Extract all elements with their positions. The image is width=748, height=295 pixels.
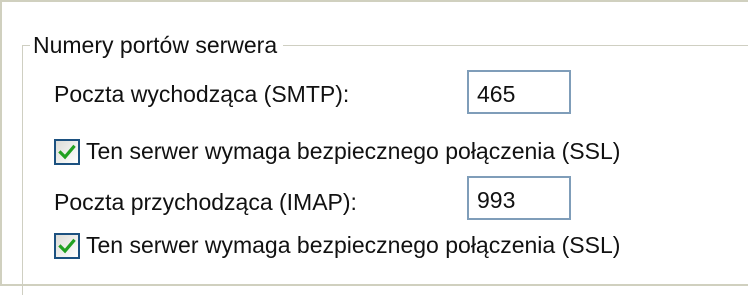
smtp-port-label: Poczta wychodząca (SMTP): bbox=[54, 81, 350, 107]
group-box-title: Numery portów serwera bbox=[30, 32, 284, 59]
smtp-port-input[interactable] bbox=[467, 70, 571, 114]
smtp-ssl-checkbox[interactable] bbox=[54, 138, 80, 165]
imap-ssl-label: Ten serwer wymaga bezpiecznego połączeni… bbox=[86, 232, 621, 258]
imap-port-label: Poczta przychodząca (IMAP): bbox=[54, 189, 357, 215]
checkmark-icon bbox=[58, 144, 76, 159]
imap-port-input[interactable] bbox=[467, 176, 571, 220]
server-ports-panel: Numery portów serwera Poczta wychodząca … bbox=[0, 0, 748, 295]
imap-ssl-checkbox[interactable] bbox=[54, 232, 80, 259]
imap-ssl-checkbox-row[interactable]: Ten serwer wymaga bezpiecznego połączeni… bbox=[54, 232, 620, 259]
group-box-border-left bbox=[22, 45, 23, 295]
smtp-ssl-label: Ten serwer wymaga bezpiecznego połączeni… bbox=[86, 138, 621, 164]
checkmark-icon bbox=[58, 238, 76, 253]
smtp-ssl-checkbox-row[interactable]: Ten serwer wymaga bezpiecznego połączeni… bbox=[54, 138, 620, 165]
